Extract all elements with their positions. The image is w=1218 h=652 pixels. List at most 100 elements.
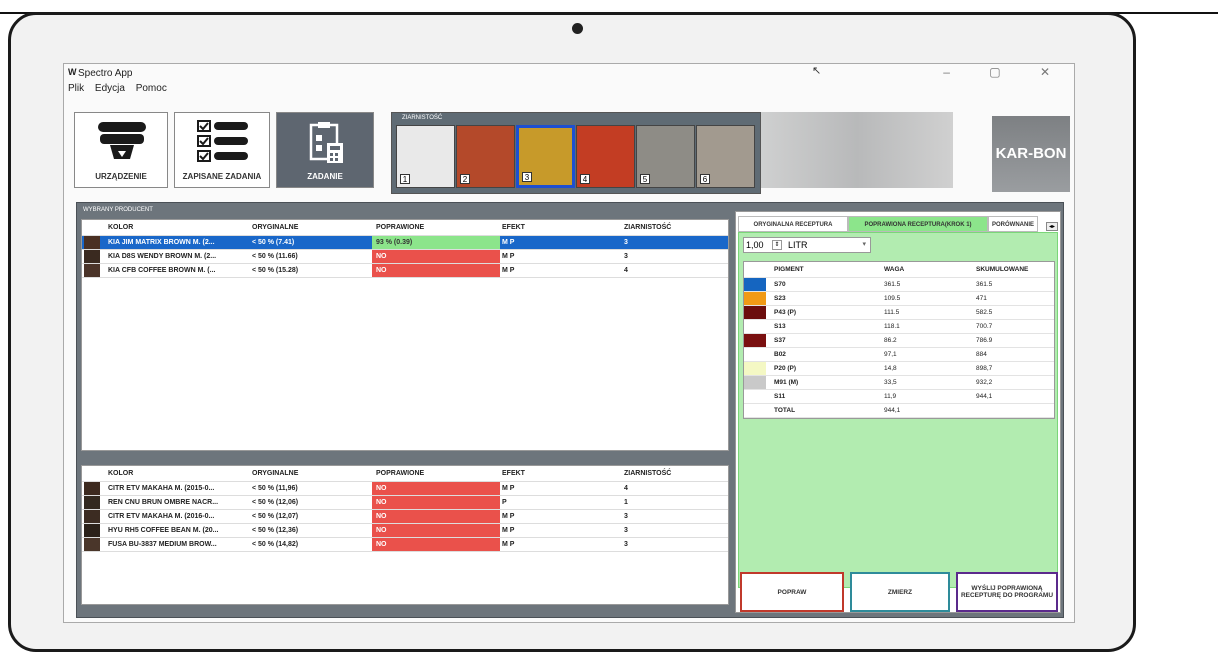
table-row[interactable]: HYU RH5 COFFEE BEAN M. (20... < 50 % (12,… <box>82 524 728 538</box>
pigment-cumulative: 898,7 <box>976 365 993 372</box>
grain-option-5[interactable]: 5 <box>636 125 695 188</box>
tab-original-recipe[interactable]: ORYGINALNA RECEPTURA <box>738 216 848 232</box>
table-row[interactable]: CITR ETV MAKAHA M. (2015-0... < 50 % (11,… <box>82 482 728 496</box>
color-name: HYU RH5 COFFEE BEAN M. (20... <box>108 527 219 534</box>
table-row[interactable]: FUSA BU-3837 MEDIUM BROW... < 50 % (14,82… <box>82 538 728 552</box>
chevron-down-icon[interactable]: ▾ <box>862 238 866 252</box>
original-match: < 50 % (14,82) <box>252 541 299 548</box>
title-bar: W Spectro App ↖ – ▢ ✕ <box>64 64 1074 82</box>
pigment-name: S70 <box>774 281 786 288</box>
grain-value: 3 <box>624 541 628 548</box>
table-row[interactable]: KIA JIM MATRIX BROWN M. (2... < 50 % (7.4… <box>82 236 728 250</box>
saved-tasks-button[interactable]: ZAPISANE ZADANIA <box>174 112 270 188</box>
color-name: KIA D8S WENDY BROWN M. (2... <box>108 253 217 260</box>
pigment-row[interactable]: M91 (M) 33,5 932,2 <box>744 376 1054 390</box>
original-match: < 50 % (12,36) <box>252 527 299 534</box>
grain-value: 4 <box>624 485 628 492</box>
table-row[interactable]: KIA CFB COFFEE BROWN M. (... < 50 % (15.2… <box>82 264 728 278</box>
menu-edit[interactable]: Edycja <box>95 83 125 94</box>
grain-option-3[interactable]: 3 <box>516 125 575 188</box>
pigment-name: B02 <box>774 351 786 358</box>
grain-option-2[interactable]: 2 <box>456 125 515 188</box>
pigment-row[interactable]: S23 109.5 471 <box>744 292 1054 306</box>
menu-file[interactable]: Plik <box>68 83 84 94</box>
pigment-row[interactable]: P20 (P) 14,8 898,7 <box>744 362 1054 376</box>
window-title: Spectro App <box>78 68 133 79</box>
tab-comparison[interactable]: PORÓWNANIE <box>988 216 1038 232</box>
stepper-icon[interactable]: ⇕ <box>772 240 782 250</box>
pigment-row[interactable]: S11 11,9 944,1 <box>744 390 1054 404</box>
producer-table: KOLOR ORYGINALNE POPRAWIONE EFEKT ZIARNI… <box>82 220 728 278</box>
grain-legend: ZIARNISTOŚĆ <box>402 115 443 121</box>
grain-option-4[interactable]: 4 <box>576 125 635 188</box>
tab-corrected-recipe[interactable]: POPRAWIONA RECEPTURA(KROK 1) <box>848 216 988 232</box>
pigment-row[interactable]: S37 86.2 786.9 <box>744 334 1054 348</box>
table-header: KOLOR ORYGINALNE POPRAWIONE EFEKT ZIARNI… <box>82 220 728 236</box>
device-button[interactable]: URZĄDZENIE <box>74 112 168 188</box>
fix-button[interactable]: POPRAW <box>740 572 844 612</box>
header-grain: ZIARNISTOŚĆ <box>624 224 672 231</box>
quantity-field[interactable]: 1,00 ⇕ LITR ▾ <box>743 237 871 253</box>
color-swatch <box>84 496 100 509</box>
measure-button[interactable]: ZMIERZ <box>850 572 950 612</box>
table-row[interactable]: CITR ETV MAKAHA M. (2016-0... < 50 % (12,… <box>82 510 728 524</box>
pigment-cumulative: 944,1 <box>976 393 993 400</box>
pigment-name: M91 (M) <box>774 379 799 386</box>
pigment-swatch <box>744 306 766 319</box>
effect: M P <box>502 267 515 274</box>
unit-select[interactable]: LITR <box>788 238 808 252</box>
corrected-match: 93 % (0.39) <box>372 236 500 249</box>
color-swatch <box>84 538 100 551</box>
main-area: WYBRANY PRODUCENT KOLOR ORYGINALNE POPRA… <box>76 202 1064 618</box>
table-row[interactable]: KIA D8S WENDY BROWN M. (2... < 50 % (11.6… <box>82 250 728 264</box>
pigment-row[interactable]: S70 361.5 361.5 <box>744 278 1054 292</box>
header-color: KOLOR <box>108 224 134 231</box>
grain-option-1[interactable]: 1 <box>396 125 455 188</box>
header-grain: ZIARNISTOŚĆ <box>624 470 672 477</box>
pigment-row[interactable]: S13 118.1 700.7 <box>744 320 1054 334</box>
color-swatch <box>84 250 100 263</box>
color-swatch <box>84 236 100 249</box>
pigment-row[interactable]: P43 (P) 111.5 582.5 <box>744 306 1054 320</box>
pigment-cumulative: 700.7 <box>976 323 993 330</box>
original-match: < 50 % (11,96) <box>252 485 298 492</box>
corrected-match: NO <box>372 482 500 495</box>
webcam <box>572 23 583 34</box>
color-swatch <box>84 524 100 537</box>
pigment-row[interactable]: TOTAL 944,1 <box>744 404 1054 418</box>
corrected-match: NO <box>372 250 500 263</box>
pigment-weight: 361.5 <box>884 281 901 288</box>
recipe-body: 1,00 ⇕ LITR ▾ PIGMENT WAGA SKUMULOWANE S… <box>738 232 1058 588</box>
pigment-row[interactable]: B02 97,1 884 <box>744 348 1054 362</box>
corrected-match: NO <box>372 524 500 537</box>
window-controls[interactable]: – ▢ ✕ <box>943 65 1068 79</box>
task-button[interactable]: ZADANIE <box>276 112 374 188</box>
grain-value: 3 <box>624 239 628 246</box>
header-corrected: POPRAWIONE <box>376 470 425 477</box>
pigment-name: S13 <box>774 323 786 330</box>
send-recipe-button[interactable]: WYŚLIJ POPRAWIONĄ RECEPTURĘ DO PROGRAMU <box>956 572 1058 612</box>
pigment-name: S37 <box>774 337 786 344</box>
tab-scroll-arrows-icon[interactable]: ◂▸ <box>1045 222 1058 231</box>
pigment-table-header: PIGMENT WAGA SKUMULOWANE <box>744 262 1054 278</box>
grain-number: 1 <box>400 174 410 184</box>
header-pigment: PIGMENT <box>774 266 804 273</box>
color-name: CITR ETV MAKAHA M. (2016-0... <box>108 513 215 520</box>
pigment-swatch <box>744 362 766 375</box>
original-match: < 50 % (15.28) <box>252 267 299 274</box>
color-name: FUSA BU-3837 MEDIUM BROW... <box>108 541 217 548</box>
pigment-weight: 111.5 <box>884 309 900 316</box>
grain-number: 4 <box>580 174 590 184</box>
menu-help[interactable]: Pomoc <box>136 83 167 94</box>
header-cumulative: SKUMULOWANE <box>976 266 1029 273</box>
grain-option-6[interactable]: 6 <box>696 125 755 188</box>
pigment-name: TOTAL <box>774 407 796 414</box>
pigment-cumulative: 471 <box>976 295 987 302</box>
corrected-match: NO <box>372 264 500 277</box>
pigment-weight: 118.1 <box>884 323 900 330</box>
recipe-pane: ORYGINALNA RECEPTURA POPRAWIONA RECEPTUR… <box>735 211 1061 613</box>
mouse-cursor-icon: ↖ <box>812 65 822 77</box>
saved-tasks-label: ZAPISANE ZADANIA <box>182 172 262 181</box>
clipboard-calculator-icon <box>309 122 343 163</box>
table-row[interactable]: REN CNU BRUN OMBRE NACR... < 50 % (12,06)… <box>82 496 728 510</box>
